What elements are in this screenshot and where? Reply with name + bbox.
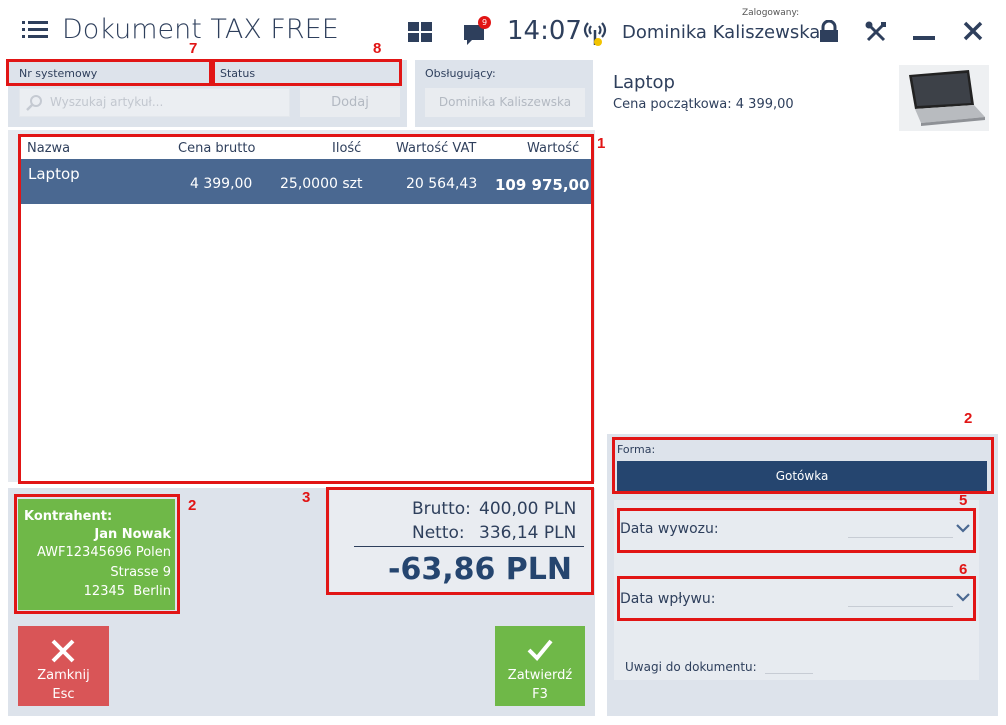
lock-icon[interactable] xyxy=(818,19,840,44)
close-window-icon[interactable] xyxy=(962,20,984,42)
annotation-number-2-customer: 2 xyxy=(188,497,197,514)
close-button[interactable]: Zamknij Esc xyxy=(18,626,109,706)
notification-badge: 9 xyxy=(478,16,491,29)
operator-field[interactable]: Dominika Kaliszewska xyxy=(425,88,585,117)
login-label: Zalogowany: xyxy=(742,8,800,18)
menu-icon[interactable] xyxy=(22,21,48,41)
annotation-box-8 xyxy=(212,59,402,86)
annotation-number-8: 8 xyxy=(373,40,382,57)
annotation-number-5: 5 xyxy=(959,492,968,509)
product-image xyxy=(899,65,989,131)
annotation-box-2-customer xyxy=(14,494,180,614)
annotation-box-7 xyxy=(6,59,212,86)
minimize-icon[interactable] xyxy=(913,36,935,40)
product-price: Cena początkowa: 4 399,00 xyxy=(613,97,794,112)
confirm-key: F3 xyxy=(532,687,548,702)
signal-icon xyxy=(580,18,610,48)
annotation-box-5 xyxy=(617,508,976,553)
notes-label: Uwagi do dokumentu: xyxy=(625,660,757,674)
close-key: Esc xyxy=(52,687,75,702)
add-button[interactable]: Dodaj xyxy=(300,88,400,117)
search-placeholder: Wyszukaj artykuł... xyxy=(50,95,164,109)
notes-input[interactable] xyxy=(765,673,813,674)
search-icon xyxy=(26,95,42,111)
annotation-number-3: 3 xyxy=(302,489,311,506)
search-input[interactable]: Wyszukaj artykuł... xyxy=(19,88,290,117)
annotation-number-7: 7 xyxy=(189,40,198,57)
checkmark-icon xyxy=(527,639,553,661)
close-icon xyxy=(51,639,75,663)
annotation-box-1 xyxy=(18,134,594,484)
confirm-label: Zatwierdź xyxy=(507,668,573,683)
user-name: Dominika Kaliszewska xyxy=(622,22,821,43)
close-label: Zamknij xyxy=(37,668,90,683)
page-title: Dokument TAX FREE xyxy=(62,14,339,45)
notifications-icon[interactable]: 9 xyxy=(462,16,492,46)
annotation-box-3 xyxy=(326,487,594,595)
tools-icon[interactable] xyxy=(864,20,888,44)
annotation-box-2-payment xyxy=(612,437,994,494)
annotation-number-6: 6 xyxy=(959,561,968,578)
annotation-box-6 xyxy=(617,576,976,621)
product-name: Laptop xyxy=(613,72,675,93)
annotation-number-2-payment: 2 xyxy=(964,410,973,427)
operator-label: Obsługujący: xyxy=(425,67,496,80)
grid-icon[interactable] xyxy=(408,22,432,42)
clock: 14:07 xyxy=(507,16,582,46)
annotation-number-1: 1 xyxy=(597,135,606,152)
confirm-button[interactable]: Zatwierdź F3 xyxy=(495,626,585,706)
